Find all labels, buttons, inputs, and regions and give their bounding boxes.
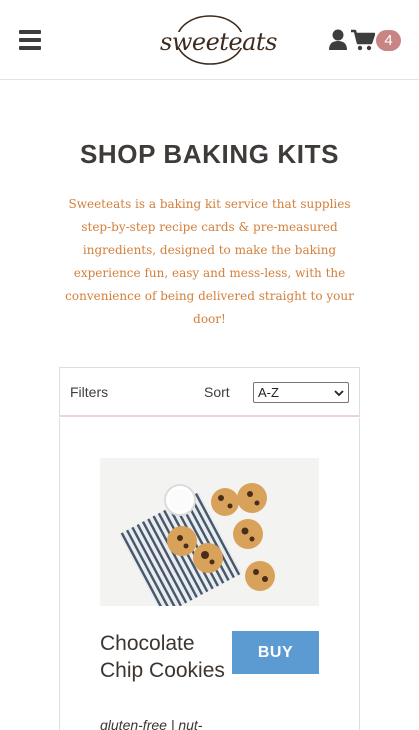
cart-count-badge[interactable]: 4 (376, 30, 401, 51)
page-title: SHOP BAKING KITS (79, 139, 340, 169)
chevron-down-icon (334, 390, 344, 397)
sort-select[interactable]: A-Z (253, 382, 349, 403)
logo-text: sweeteats (160, 28, 277, 56)
sort-label: Sort (204, 384, 230, 400)
site-header: sweeteats 4 (0, 0, 419, 80)
buy-button[interactable]: BUY (232, 631, 319, 674)
product-image[interactable] (100, 458, 319, 606)
user-icon[interactable] (329, 29, 347, 51)
product-tags: gluten-free | nut- (100, 717, 203, 730)
shopping-cart-icon[interactable] (351, 29, 376, 51)
filters-toggle[interactable]: Filters (70, 384, 108, 400)
site-logo[interactable]: sweeteats (160, 13, 277, 67)
hamburger-menu-icon[interactable] (19, 30, 41, 50)
sort-selected-value: A-Z (258, 385, 279, 400)
product-name[interactable]: Chocolate Chip Cookies (100, 630, 225, 684)
intro-description: Sweeteats is a baking kit service that s… (65, 197, 354, 326)
filter-sort-bar: Filters Sort A-Z (59, 367, 360, 417)
product-card: Chocolate Chip Cookies BUY gluten-free |… (59, 418, 360, 730)
